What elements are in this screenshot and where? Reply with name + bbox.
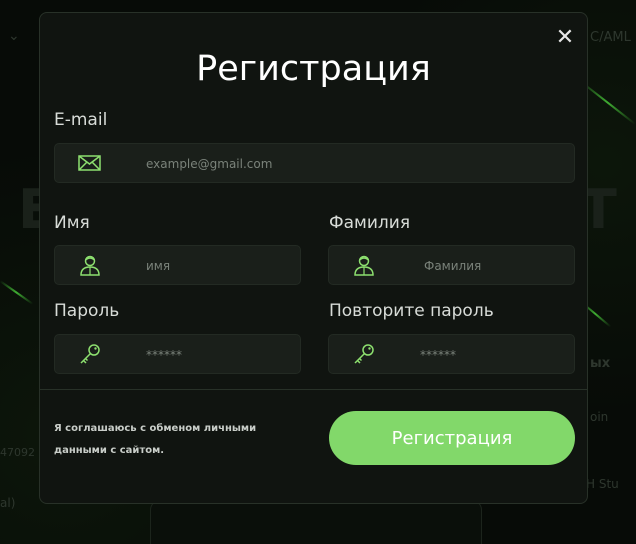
last-name-field [328, 245, 575, 286]
background-text-left-2: al) [0, 496, 16, 510]
consent-text: Я соглашаюсь с обменом личными данными с… [54, 418, 284, 462]
background-card [150, 500, 482, 544]
password-input[interactable] [144, 335, 298, 375]
password-repeat-field [328, 334, 575, 375]
background-light-streak [0, 280, 34, 305]
registration-modal: Регистрация ✕ E-mail Имя Фамилия [39, 12, 588, 504]
email-field [54, 143, 575, 184]
last-name-input[interactable] [422, 246, 572, 286]
first-name-input[interactable] [144, 246, 298, 286]
email-input[interactable] [144, 144, 568, 184]
first-name-field [54, 245, 301, 286]
register-button[interactable]: Регистрация [329, 411, 575, 465]
modal-divider [40, 389, 587, 390]
background-text-right-3: H Stu [586, 477, 619, 491]
password-repeat-input[interactable] [418, 335, 572, 375]
modal-title: Регистрация [196, 49, 431, 89]
user-icon [351, 254, 377, 276]
key-icon [77, 343, 103, 365]
consent-line-2: данными с сайтом. [54, 445, 165, 456]
password-label: Пароль [54, 301, 120, 321]
background-text-right-1: ых [590, 356, 611, 371]
envelope-icon [77, 152, 103, 174]
background-text-left-1: 47092 [0, 446, 35, 459]
password-field [54, 334, 301, 375]
password-repeat-label: Повторите пароль [329, 301, 494, 321]
close-icon[interactable]: ✕ [552, 25, 578, 51]
first-name-label: Имя [54, 213, 90, 233]
background-text-right-2: oin [590, 410, 609, 424]
consent-line-1: Я соглашаюсь с обменом личными [54, 423, 257, 434]
last-name-label: Фамилия [329, 213, 411, 233]
background-chevron-icon: ⌄ [8, 28, 20, 44]
user-icon [77, 254, 103, 276]
background-nav-text: C/AML [590, 30, 631, 45]
email-label: E-mail [54, 110, 108, 130]
key-icon [351, 343, 377, 365]
